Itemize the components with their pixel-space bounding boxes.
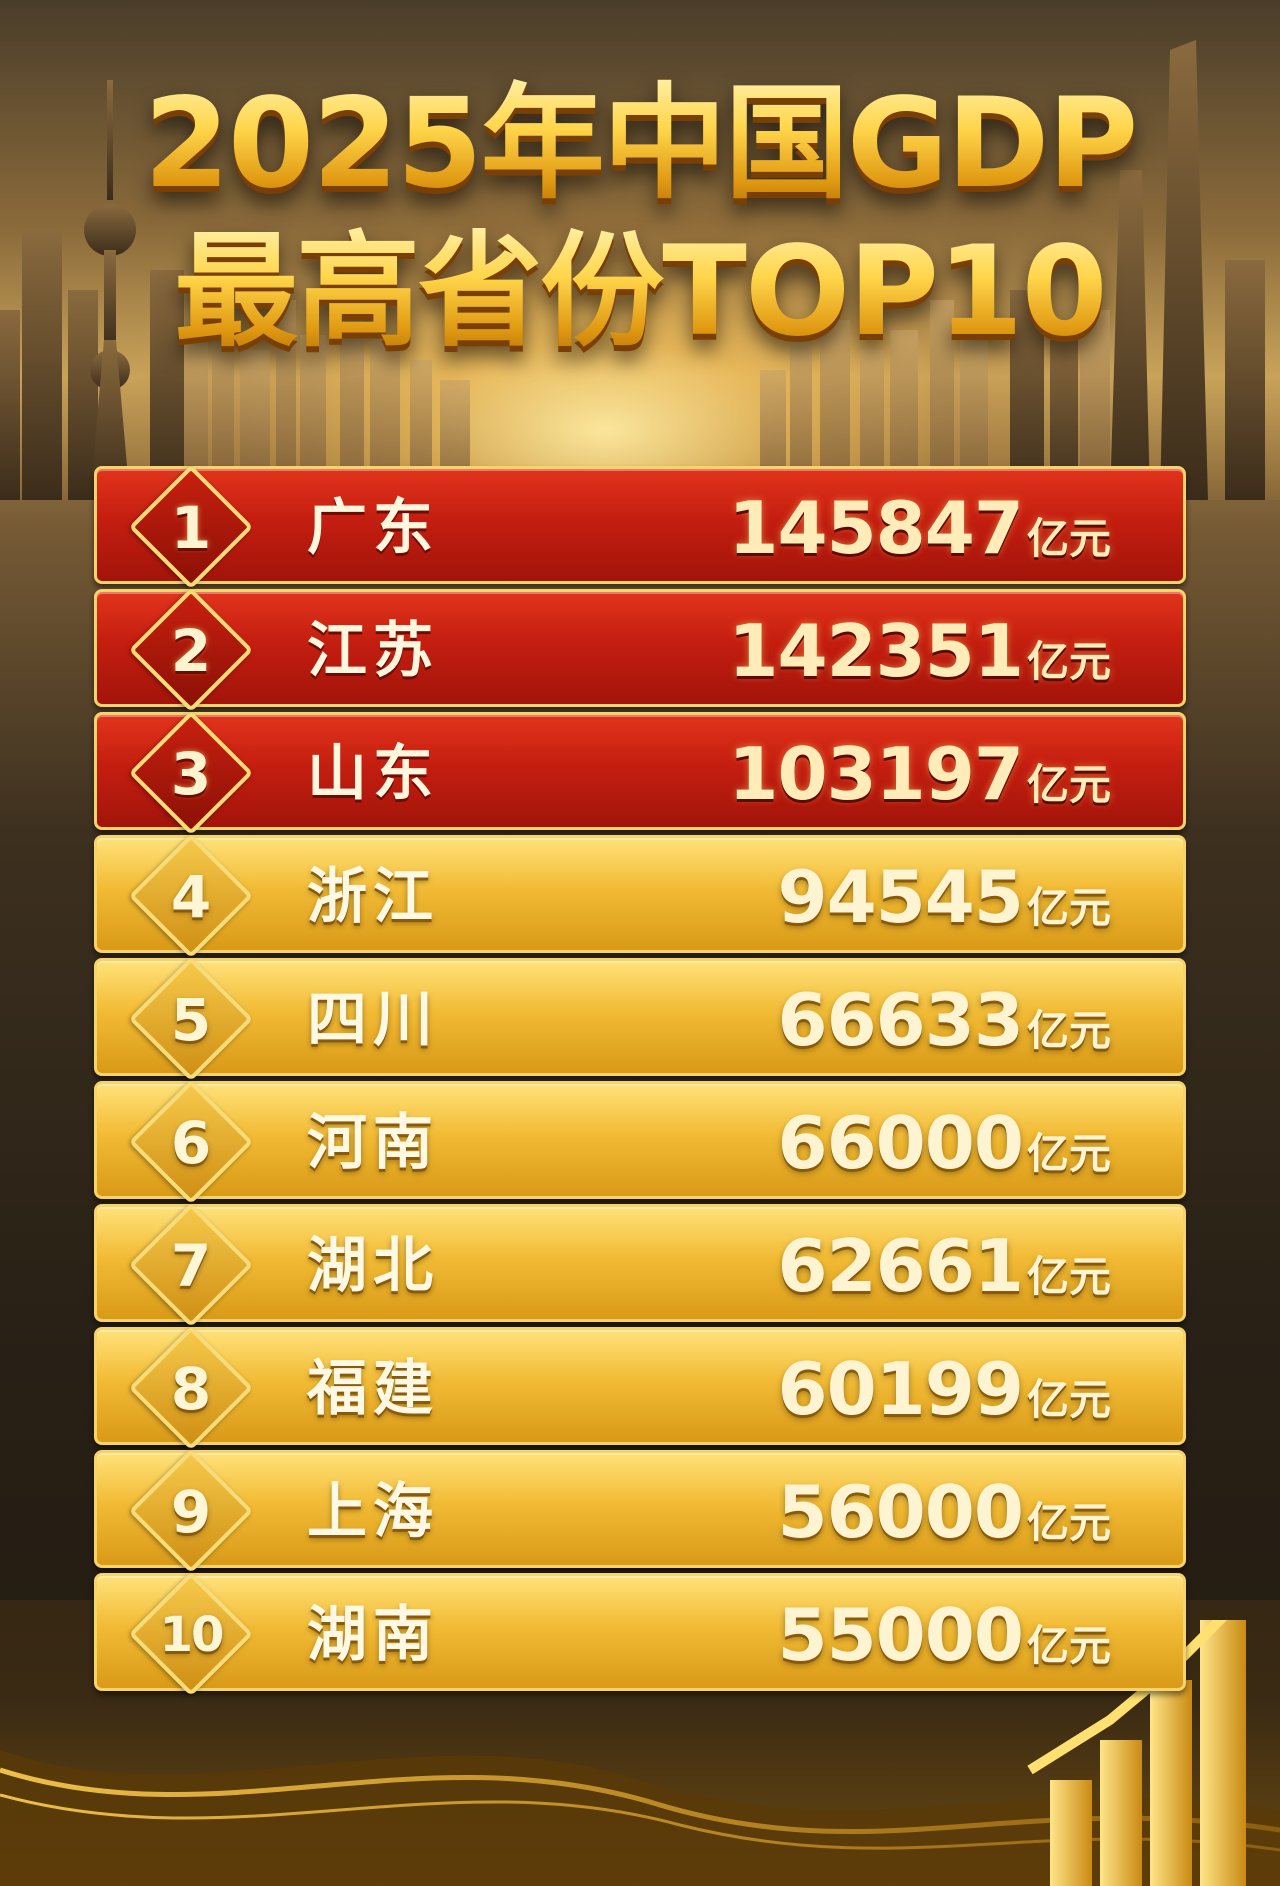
ranking-row: 4 浙江 94545亿元 [94, 833, 1186, 959]
ranking-row: 1 广东 145847亿元 [94, 464, 1186, 590]
province-name: 湖南 [307, 1600, 439, 1670]
ranking-row: 10 湖南 55000亿元 [94, 1571, 1186, 1697]
gdp-value: 62661亿元 [777, 1207, 1111, 1325]
gdp-value: 103197亿元 [728, 715, 1111, 833]
gdp-number: 62661 [777, 1224, 1023, 1308]
gdp-value: 145847亿元 [728, 469, 1111, 587]
gdp-number: 103197 [728, 732, 1024, 816]
page-title: 2025年中国GDP 最高省份TOP10 [0, 70, 1280, 366]
province-name: 福建 [307, 1354, 439, 1424]
gdp-value: 142351亿元 [728, 592, 1111, 710]
gdp-value: 55000亿元 [777, 1576, 1111, 1694]
gdp-number: 66633 [777, 978, 1023, 1062]
gdp-unit: 亿元 [1026, 1375, 1111, 1424]
rank-number: 4 [170, 863, 212, 931]
gdp-value: 60199亿元 [777, 1330, 1111, 1448]
ranking-row: 6 河南 66000亿元 [94, 1079, 1186, 1205]
gdp-unit: 亿元 [1026, 1498, 1111, 1547]
gdp-number: 60199 [777, 1347, 1023, 1431]
rank-number: 2 [170, 617, 212, 685]
gdp-unit: 亿元 [1026, 1252, 1111, 1301]
gdp-value: 66633亿元 [777, 961, 1111, 1079]
rank-number: 10 [159, 1607, 225, 1663]
gdp-number: 94545 [777, 855, 1023, 939]
rank-number: 6 [170, 1109, 212, 1177]
gdp-unit: 亿元 [1026, 883, 1111, 932]
title-line-1: 2025年中国GDP [0, 70, 1280, 218]
gdp-unit: 亿元 [1026, 1006, 1111, 1055]
gdp-unit: 亿元 [1026, 637, 1111, 686]
gdp-unit: 亿元 [1026, 514, 1111, 563]
ranking-row: 9 上海 56000亿元 [94, 1448, 1186, 1574]
rank-number: 3 [170, 740, 212, 808]
ranking-row: 5 四川 66633亿元 [94, 956, 1186, 1082]
ranking-row: 8 福建 60199亿元 [94, 1325, 1186, 1451]
rank-number: 9 [170, 1478, 212, 1546]
gdp-value: 66000亿元 [777, 1084, 1111, 1202]
gdp-value: 94545亿元 [777, 838, 1111, 956]
province-name: 河南 [307, 1108, 439, 1178]
ranking-list: 1 广东 145847亿元 2 江苏 142351亿元 3 山东 103197亿… [94, 464, 1186, 1697]
province-name: 上海 [307, 1477, 439, 1547]
gdp-unit: 亿元 [1026, 760, 1111, 809]
title-line-2: 最高省份TOP10 [0, 218, 1280, 366]
gdp-number: 56000 [777, 1470, 1023, 1554]
gdp-number: 145847 [728, 486, 1024, 570]
province-name: 四川 [307, 985, 439, 1055]
gdp-number: 66000 [777, 1101, 1023, 1185]
gdp-number: 55000 [777, 1593, 1023, 1677]
gdp-number: 142351 [728, 609, 1024, 693]
province-name: 广东 [307, 493, 439, 563]
gdp-unit: 亿元 [1026, 1129, 1111, 1178]
ranking-row: 3 山东 103197亿元 [94, 710, 1186, 836]
gdp-unit: 亿元 [1026, 1621, 1111, 1670]
province-name: 浙江 [307, 862, 439, 932]
rank-number: 8 [170, 1355, 212, 1423]
gdp-value: 56000亿元 [777, 1453, 1111, 1571]
province-name: 湖北 [307, 1231, 439, 1301]
ranking-row: 2 江苏 142351亿元 [94, 587, 1186, 713]
ranking-row: 7 湖北 62661亿元 [94, 1202, 1186, 1328]
province-name: 江苏 [307, 616, 439, 686]
rank-number: 1 [170, 494, 212, 562]
province-name: 山东 [307, 739, 439, 809]
rank-number: 7 [170, 1232, 212, 1300]
rank-number: 5 [170, 986, 212, 1054]
